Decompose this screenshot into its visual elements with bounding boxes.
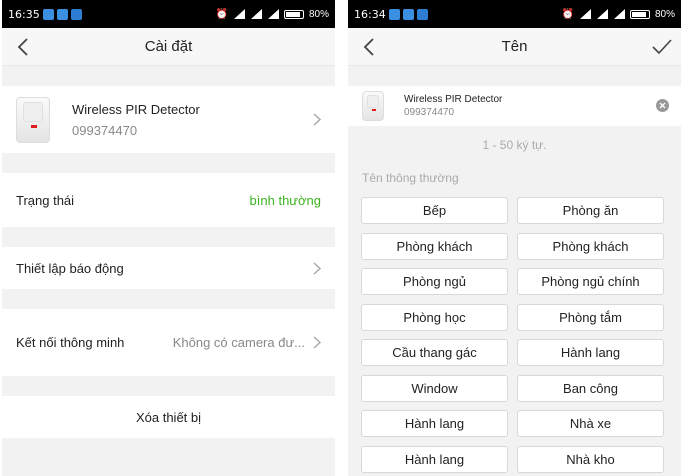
smart-connect-row[interactable]: Kết nối thông minh Không có camera đư... — [2, 309, 335, 376]
device-id: 099374470 — [404, 107, 455, 118]
status-bar: 16:35 ⏰ 80% — [2, 0, 335, 28]
back-button[interactable] — [10, 34, 36, 60]
alarm-settings-row[interactable]: Thiết lập báo động — [2, 247, 335, 289]
message-notification-icon — [42, 8, 54, 20]
app-notification-icon — [416, 8, 428, 20]
chevron-right-icon — [311, 336, 323, 350]
page-title: Tên — [501, 38, 528, 55]
name-input-row[interactable]: Wireless PIR Detector 099374470 — [348, 86, 681, 126]
name-chip[interactable]: Phòng học — [361, 303, 508, 331]
length-hint: 1 - 50 ký tự. — [482, 138, 547, 152]
status-time: 16:34 — [354, 7, 386, 21]
device-name-input[interactable]: Wireless PIR Detector — [404, 94, 502, 105]
device-info-row[interactable]: Wireless PIR Detector 099374470 — [2, 86, 335, 153]
name-chip[interactable]: Bếp — [361, 197, 508, 224]
pir-detector-image — [362, 91, 384, 121]
name-chip[interactable]: Nhà kho — [517, 445, 664, 473]
delete-device-button[interactable]: Xóa thiết bị — [2, 396, 335, 438]
chevron-left-icon — [17, 38, 28, 56]
wifi-icon — [579, 9, 591, 19]
settings-screen: 16:35 ⏰ 80% Cài đặt Wireless PIR Detecto… — [2, 0, 335, 476]
page-title: Cài đặt — [144, 38, 193, 55]
name-chip[interactable]: Hành lang — [361, 445, 508, 473]
status-time: 16:35 — [8, 7, 40, 21]
signal-2-icon — [613, 9, 625, 19]
close-icon — [659, 102, 666, 109]
name-chip[interactable]: Window — [361, 374, 508, 402]
status-bar: 16:34 ⏰ 80% — [348, 0, 681, 28]
signal-2-icon — [267, 9, 279, 19]
pir-detector-image — [16, 96, 50, 143]
title-bar: Tên — [348, 28, 681, 66]
status-row: Trạng thái bình thường — [2, 173, 335, 227]
name-chip[interactable]: Hành lang — [361, 410, 508, 437]
smart-connect-value: Không có camera đư... — [172, 335, 305, 350]
status-label: Trạng thái — [16, 192, 75, 208]
alarm-icon: ⏰ — [561, 8, 574, 20]
name-chip[interactable]: Phòng ngủ — [361, 268, 508, 295]
name-chip[interactable]: Phòng ăn — [517, 197, 664, 224]
device-id: 099374470 — [72, 122, 138, 138]
chevron-right-icon — [311, 261, 323, 275]
title-bar: Cài đặt — [2, 28, 335, 66]
chevron-left-icon — [363, 38, 374, 56]
status-value: bình thường — [249, 192, 321, 208]
smart-connect-label: Kết nối thông minh — [16, 335, 125, 350]
battery-icon — [283, 9, 304, 19]
back-button[interactable] — [356, 34, 382, 60]
alarm-settings-label: Thiết lập báo động — [16, 260, 124, 276]
signal-icon — [250, 9, 262, 19]
name-chip[interactable]: Nhà xe — [517, 410, 664, 437]
rename-screen: 16:34 ⏰ 80% Tên Wireless PIR Detector 09… — [348, 0, 681, 476]
name-chip[interactable]: Phòng ngủ chính — [517, 268, 664, 295]
checkmark-icon — [652, 39, 672, 55]
chevron-right-icon — [311, 113, 323, 127]
alarm-icon: ⏰ — [215, 8, 228, 20]
battery-percent: 80% — [654, 8, 675, 20]
battery-icon — [629, 9, 650, 19]
confirm-button[interactable] — [649, 34, 675, 60]
name-chip[interactable]: Ban công — [517, 374, 664, 402]
battery-percent: 80% — [308, 8, 329, 20]
chat-notification-icon — [56, 8, 68, 20]
message-notification-icon — [388, 8, 400, 20]
chat-notification-icon — [402, 8, 414, 20]
app-notification-icon — [70, 8, 82, 20]
name-chip[interactable]: Hành lang — [517, 339, 664, 366]
name-chip[interactable]: Phòng khách — [517, 232, 664, 260]
wifi-icon — [233, 9, 245, 19]
clear-button[interactable] — [656, 99, 669, 112]
name-chip[interactable]: Phòng khách — [361, 232, 508, 260]
delete-device-label: Xóa thiết bị — [135, 409, 202, 425]
common-names-label: Tên thông thường — [362, 171, 459, 185]
name-chip[interactable]: Phòng tắm — [517, 303, 664, 331]
device-name: Wireless PIR Detector — [72, 101, 200, 117]
signal-icon — [596, 9, 608, 19]
name-chip[interactable]: Cầu thang gác — [361, 339, 508, 366]
